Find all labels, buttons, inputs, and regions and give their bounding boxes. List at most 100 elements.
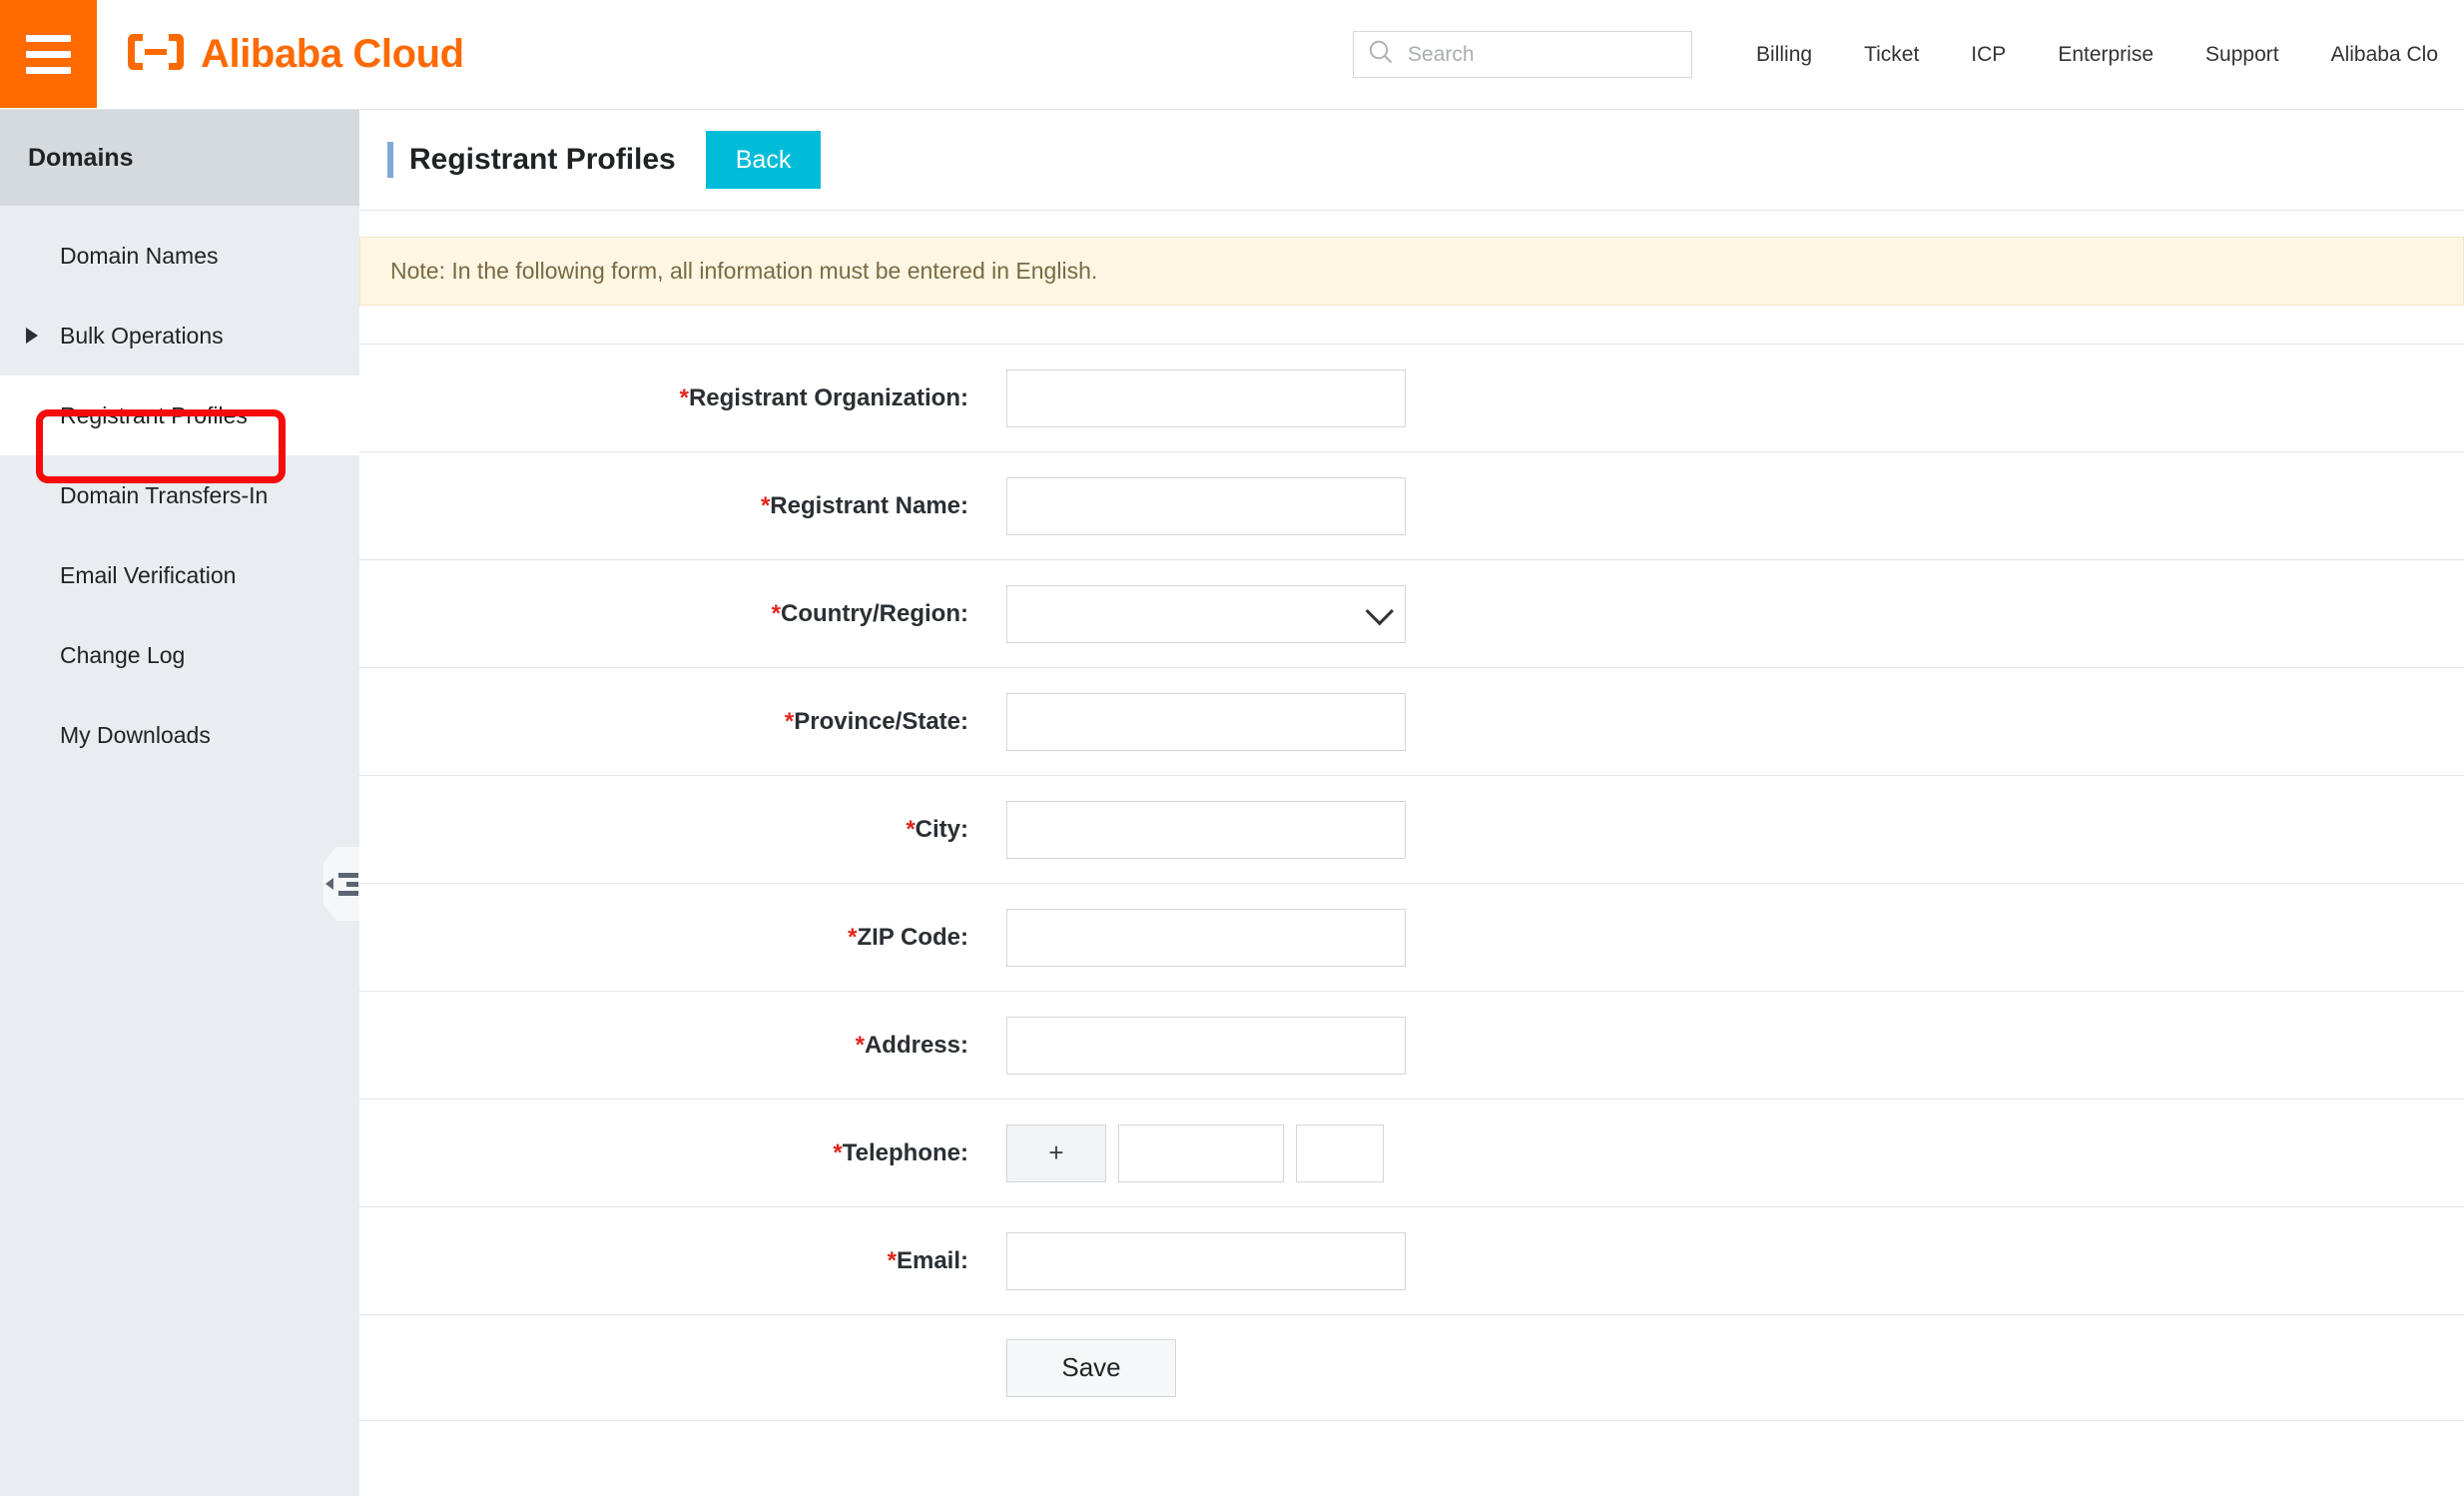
label-text: Address: — [865, 1032, 968, 1059]
sidebar-item-label: Change Log — [60, 642, 185, 669]
top-nav-item-ticket[interactable]: Ticket — [1838, 43, 1945, 67]
chevron-left-icon — [325, 878, 333, 890]
label-text: Email: — [897, 1247, 968, 1274]
top-nav-item-billing[interactable]: Billing — [1730, 43, 1838, 67]
sidebar-item-domain-transfers-in[interactable]: Domain Transfers-In — [0, 455, 359, 535]
email-input[interactable] — [1006, 1232, 1406, 1290]
label-country-region: *Country/Region: — [359, 600, 1006, 628]
label-text: Country/Region: — [781, 600, 968, 627]
required-marker: * — [833, 1139, 842, 1166]
top-nav-item-alibaba-cloud[interactable]: Alibaba Clo — [2305, 43, 2464, 67]
topbar-spacer — [464, 0, 1353, 109]
label-text: Telephone: — [843, 1139, 968, 1166]
control-telephone: + — [1006, 1124, 1384, 1182]
form-row-save: Save — [359, 1315, 2464, 1421]
hamburger-line — [26, 35, 71, 42]
telephone-country-prefix[interactable]: + — [1006, 1124, 1106, 1182]
control-registrant-organization — [1006, 370, 1406, 427]
label-email: *Email: — [359, 1247, 1006, 1275]
control-city — [1006, 801, 1406, 859]
list-lines-icon — [338, 873, 358, 896]
address-input[interactable] — [1006, 1017, 1406, 1075]
page-header: Registrant Profiles Back — [359, 110, 2464, 210]
hamburger-icon[interactable] — [0, 0, 97, 108]
search-box[interactable] — [1353, 31, 1692, 78]
form-row-city: *City: — [359, 776, 2464, 884]
top-nav-item-enterprise[interactable]: Enterprise — [2032, 43, 2179, 67]
label-zip-code: *ZIP Code: — [359, 924, 1006, 952]
form-row-province-state: *Province/State: — [359, 668, 2464, 776]
sidebar-item-change-log[interactable]: Change Log — [0, 615, 359, 695]
hamburger-line — [26, 67, 71, 74]
sidebar: Domains Domain Names Bulk Operations Reg… — [0, 110, 359, 1496]
label-text: ZIP Code: — [857, 924, 968, 951]
label-city: *City: — [359, 816, 1006, 844]
required-marker: * — [680, 384, 689, 411]
top-nav-item-support[interactable]: Support — [2179, 43, 2305, 67]
title-accent-bar — [387, 142, 393, 178]
required-marker: * — [772, 600, 781, 627]
form-row-country-region: *Country/Region: — [359, 560, 2464, 668]
top-bar: Alibaba Cloud Billing Ticket ICP Enterpr… — [0, 0, 2464, 110]
chevron-down-icon — [1366, 597, 1394, 625]
save-button[interactable]: Save — [1006, 1339, 1176, 1397]
sidebar-item-label: Domain Transfers-In — [60, 482, 268, 509]
label-telephone: *Telephone: — [359, 1139, 1006, 1167]
label-address: *Address: — [359, 1032, 1006, 1060]
city-input[interactable] — [1006, 801, 1406, 859]
sidebar-nav-list: Domain Names Bulk Operations Registrant … — [0, 206, 359, 775]
sidebar-item-label: Registrant Profiles — [60, 402, 248, 429]
label-text: City: — [916, 816, 968, 843]
label-province-state: *Province/State: — [359, 708, 1006, 736]
form-row-registrant-organization: *Registrant Organization: — [359, 345, 2464, 452]
label-registrant-organization: *Registrant Organization: — [359, 384, 1006, 412]
alibaba-cloud-logo-icon — [127, 31, 185, 78]
sidebar-header: Domains — [0, 110, 359, 206]
brand-name: Alibaba Cloud — [201, 32, 464, 77]
sidebar-item-my-downloads[interactable]: My Downloads — [0, 695, 359, 775]
sidebar-item-domain-names[interactable]: Domain Names — [0, 216, 359, 296]
collapse-sidebar-icon[interactable] — [323, 847, 359, 921]
note-banner: Note: In the following form, all informa… — [359, 237, 2464, 306]
required-marker: * — [888, 1247, 897, 1274]
top-nav: Billing Ticket ICP Enterprise Support Al… — [1730, 0, 2464, 109]
zip-code-input[interactable] — [1006, 909, 1406, 967]
sidebar-item-registrant-profiles[interactable]: Registrant Profiles — [0, 375, 359, 455]
brand[interactable]: Alibaba Cloud — [97, 0, 464, 109]
back-button[interactable]: Back — [706, 131, 822, 189]
sidebar-item-bulk-operations[interactable]: Bulk Operations — [0, 296, 359, 375]
required-marker: * — [856, 1032, 865, 1059]
label-text: Registrant Organization: — [689, 384, 968, 411]
form-row-zip-code: *ZIP Code: — [359, 884, 2464, 992]
top-nav-item-icp[interactable]: ICP — [1945, 43, 2032, 67]
label-text: Registrant Name: — [770, 492, 968, 519]
control-zip-code — [1006, 909, 1406, 967]
telephone-number-input[interactable] — [1118, 1124, 1284, 1182]
page-title-wrap: Registrant Profiles — [387, 142, 676, 178]
sidebar-item-label: My Downloads — [60, 722, 211, 749]
country-region-select[interactable] — [1006, 585, 1406, 643]
header-divider — [359, 210, 2464, 211]
form-row-telephone: *Telephone: + — [359, 1100, 2464, 1207]
search-input[interactable] — [1406, 42, 1677, 68]
label-registrant-name: *Registrant Name: — [359, 492, 1006, 520]
province-state-input[interactable] — [1006, 693, 1406, 751]
registrant-organization-input[interactable] — [1006, 370, 1406, 427]
page-title: Registrant Profiles — [409, 143, 676, 177]
caret-right-icon — [26, 328, 38, 344]
form-row-registrant-name: *Registrant Name: — [359, 452, 2464, 560]
control-save: Save — [1006, 1339, 1176, 1397]
control-email — [1006, 1232, 1406, 1290]
telephone-extension-input[interactable] — [1296, 1124, 1384, 1182]
sidebar-item-email-verification[interactable]: Email Verification — [0, 535, 359, 615]
control-registrant-name — [1006, 477, 1406, 535]
registrant-name-input[interactable] — [1006, 477, 1406, 535]
form-row-address: *Address: — [359, 992, 2464, 1100]
sidebar-item-label: Email Verification — [60, 562, 236, 589]
registrant-profile-form: *Registrant Organization: *Registrant Na… — [359, 344, 2464, 1421]
list-line — [338, 873, 358, 878]
required-marker: * — [761, 492, 770, 519]
search-icon — [1368, 39, 1394, 70]
required-marker: * — [906, 816, 915, 843]
control-country-region — [1006, 585, 1406, 643]
